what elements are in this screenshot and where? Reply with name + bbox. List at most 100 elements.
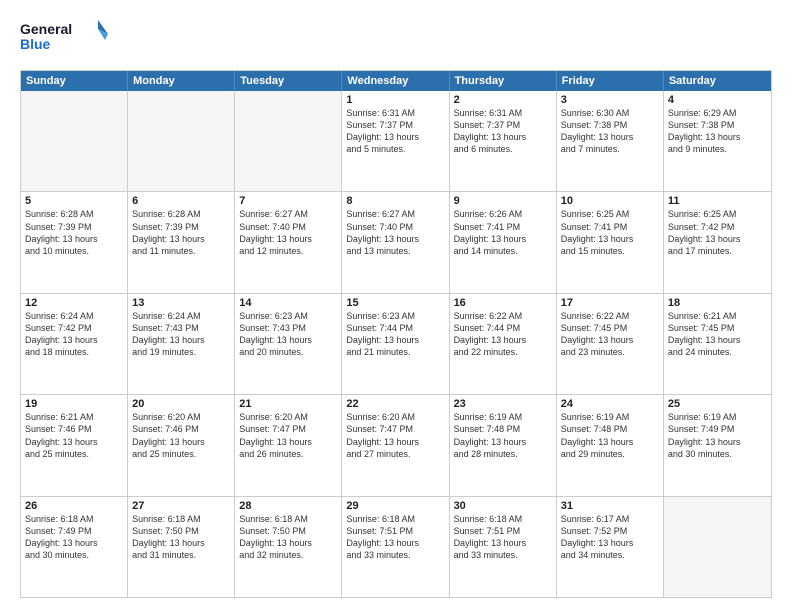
cell-info-line: Sunset: 7:38 PM (668, 119, 767, 131)
cell-info-line: and 29 minutes. (561, 448, 659, 460)
cell-info-line: Sunset: 7:40 PM (239, 221, 337, 233)
day-cell-19: 19Sunrise: 6:21 AMSunset: 7:46 PMDayligh… (21, 395, 128, 495)
cell-info-line: Sunrise: 6:18 AM (239, 513, 337, 525)
day-number: 5 (25, 195, 123, 207)
cell-info-line: Sunset: 7:37 PM (346, 119, 444, 131)
day-cell-25: 25Sunrise: 6:19 AMSunset: 7:49 PMDayligh… (664, 395, 771, 495)
cell-info-line: Sunrise: 6:26 AM (454, 208, 552, 220)
day-cell-31: 31Sunrise: 6:17 AMSunset: 7:52 PMDayligh… (557, 497, 664, 597)
cell-info-line: Sunrise: 6:31 AM (346, 107, 444, 119)
cell-info-line: Daylight: 13 hours (668, 233, 767, 245)
day-cell-26: 26Sunrise: 6:18 AMSunset: 7:49 PMDayligh… (21, 497, 128, 597)
empty-cell (664, 497, 771, 597)
cell-info-line: Sunrise: 6:21 AM (25, 411, 123, 423)
day-number: 27 (132, 500, 230, 512)
day-cell-29: 29Sunrise: 6:18 AMSunset: 7:51 PMDayligh… (342, 497, 449, 597)
cell-info-line: Sunrise: 6:30 AM (561, 107, 659, 119)
day-number: 4 (668, 94, 767, 106)
cell-info-line: and 33 minutes. (346, 549, 444, 561)
calendar: SundayMondayTuesdayWednesdayThursdayFrid… (20, 70, 772, 598)
cell-info-line: Daylight: 13 hours (561, 334, 659, 346)
cell-info-line: Daylight: 13 hours (132, 334, 230, 346)
svg-text:General: General (20, 21, 72, 37)
day-cell-15: 15Sunrise: 6:23 AMSunset: 7:44 PMDayligh… (342, 294, 449, 394)
cell-info-line: Daylight: 13 hours (239, 233, 337, 245)
cell-info-line: and 6 minutes. (454, 143, 552, 155)
cell-info-line: Sunrise: 6:22 AM (561, 310, 659, 322)
cell-info-line: Sunset: 7:38 PM (561, 119, 659, 131)
calendar-body: 1Sunrise: 6:31 AMSunset: 7:37 PMDaylight… (21, 91, 771, 597)
logo: General Blue (20, 18, 110, 60)
cell-info-line: Daylight: 13 hours (454, 537, 552, 549)
cell-info-line: Sunset: 7:40 PM (346, 221, 444, 233)
day-number: 8 (346, 195, 444, 207)
day-cell-9: 9Sunrise: 6:26 AMSunset: 7:41 PMDaylight… (450, 192, 557, 292)
week-row-5: 26Sunrise: 6:18 AMSunset: 7:49 PMDayligh… (21, 497, 771, 597)
cell-info-line: Sunrise: 6:23 AM (239, 310, 337, 322)
cell-info-line: Sunset: 7:41 PM (454, 221, 552, 233)
svg-text:Blue: Blue (20, 36, 51, 52)
cell-info-line: and 25 minutes. (132, 448, 230, 460)
day-number: 14 (239, 297, 337, 309)
week-row-3: 12Sunrise: 6:24 AMSunset: 7:42 PMDayligh… (21, 294, 771, 395)
day-cell-16: 16Sunrise: 6:22 AMSunset: 7:44 PMDayligh… (450, 294, 557, 394)
cell-info-line: Daylight: 13 hours (668, 131, 767, 143)
day-cell-4: 4Sunrise: 6:29 AMSunset: 7:38 PMDaylight… (664, 91, 771, 191)
cell-info-line: and 18 minutes. (25, 346, 123, 358)
cell-info-line: Sunset: 7:39 PM (132, 221, 230, 233)
day-number: 2 (454, 94, 552, 106)
cell-info-line: Daylight: 13 hours (346, 233, 444, 245)
day-number: 16 (454, 297, 552, 309)
cell-info-line: Sunrise: 6:28 AM (132, 208, 230, 220)
cell-info-line: Daylight: 13 hours (346, 537, 444, 549)
cell-info-line: Sunrise: 6:27 AM (346, 208, 444, 220)
cell-info-line: and 22 minutes. (454, 346, 552, 358)
cell-info-line: Sunset: 7:51 PM (454, 525, 552, 537)
day-header-saturday: Saturday (664, 71, 771, 91)
cell-info-line: Daylight: 13 hours (132, 436, 230, 448)
cell-info-line: Sunrise: 6:20 AM (239, 411, 337, 423)
cell-info-line: Sunset: 7:37 PM (454, 119, 552, 131)
cell-info-line: Sunrise: 6:18 AM (25, 513, 123, 525)
cell-info-line: Sunrise: 6:31 AM (454, 107, 552, 119)
cell-info-line: Sunset: 7:49 PM (25, 525, 123, 537)
cell-info-line: Sunrise: 6:25 AM (561, 208, 659, 220)
day-number: 17 (561, 297, 659, 309)
day-number: 18 (668, 297, 767, 309)
day-cell-11: 11Sunrise: 6:25 AMSunset: 7:42 PMDayligh… (664, 192, 771, 292)
cell-info-line: and 28 minutes. (454, 448, 552, 460)
day-number: 11 (668, 195, 767, 207)
cell-info-line: Sunset: 7:43 PM (132, 322, 230, 334)
cell-info-line: Sunrise: 6:25 AM (668, 208, 767, 220)
day-cell-24: 24Sunrise: 6:19 AMSunset: 7:48 PMDayligh… (557, 395, 664, 495)
cell-info-line: Sunrise: 6:18 AM (346, 513, 444, 525)
week-row-4: 19Sunrise: 6:21 AMSunset: 7:46 PMDayligh… (21, 395, 771, 496)
day-cell-2: 2Sunrise: 6:31 AMSunset: 7:37 PMDaylight… (450, 91, 557, 191)
cell-info-line: Sunset: 7:49 PM (668, 423, 767, 435)
day-number: 9 (454, 195, 552, 207)
day-number: 25 (668, 398, 767, 410)
day-cell-20: 20Sunrise: 6:20 AMSunset: 7:46 PMDayligh… (128, 395, 235, 495)
generalblue-logo-icon: General Blue (20, 18, 110, 60)
day-number: 30 (454, 500, 552, 512)
cell-info-line: and 13 minutes. (346, 245, 444, 257)
cell-info-line: Daylight: 13 hours (132, 233, 230, 245)
day-number: 19 (25, 398, 123, 410)
cell-info-line: Sunset: 7:39 PM (25, 221, 123, 233)
day-number: 3 (561, 94, 659, 106)
cell-info-line: and 21 minutes. (346, 346, 444, 358)
cell-info-line: and 33 minutes. (454, 549, 552, 561)
cell-info-line: and 30 minutes. (25, 549, 123, 561)
cell-info-line: and 10 minutes. (25, 245, 123, 257)
day-cell-23: 23Sunrise: 6:19 AMSunset: 7:48 PMDayligh… (450, 395, 557, 495)
day-number: 31 (561, 500, 659, 512)
day-number: 21 (239, 398, 337, 410)
day-cell-30: 30Sunrise: 6:18 AMSunset: 7:51 PMDayligh… (450, 497, 557, 597)
cell-info-line: Daylight: 13 hours (454, 233, 552, 245)
cell-info-line: Sunset: 7:51 PM (346, 525, 444, 537)
cell-info-line: Sunset: 7:44 PM (346, 322, 444, 334)
cell-info-line: Sunrise: 6:17 AM (561, 513, 659, 525)
cell-info-line: and 11 minutes. (132, 245, 230, 257)
day-cell-17: 17Sunrise: 6:22 AMSunset: 7:45 PMDayligh… (557, 294, 664, 394)
cell-info-line: Daylight: 13 hours (561, 233, 659, 245)
